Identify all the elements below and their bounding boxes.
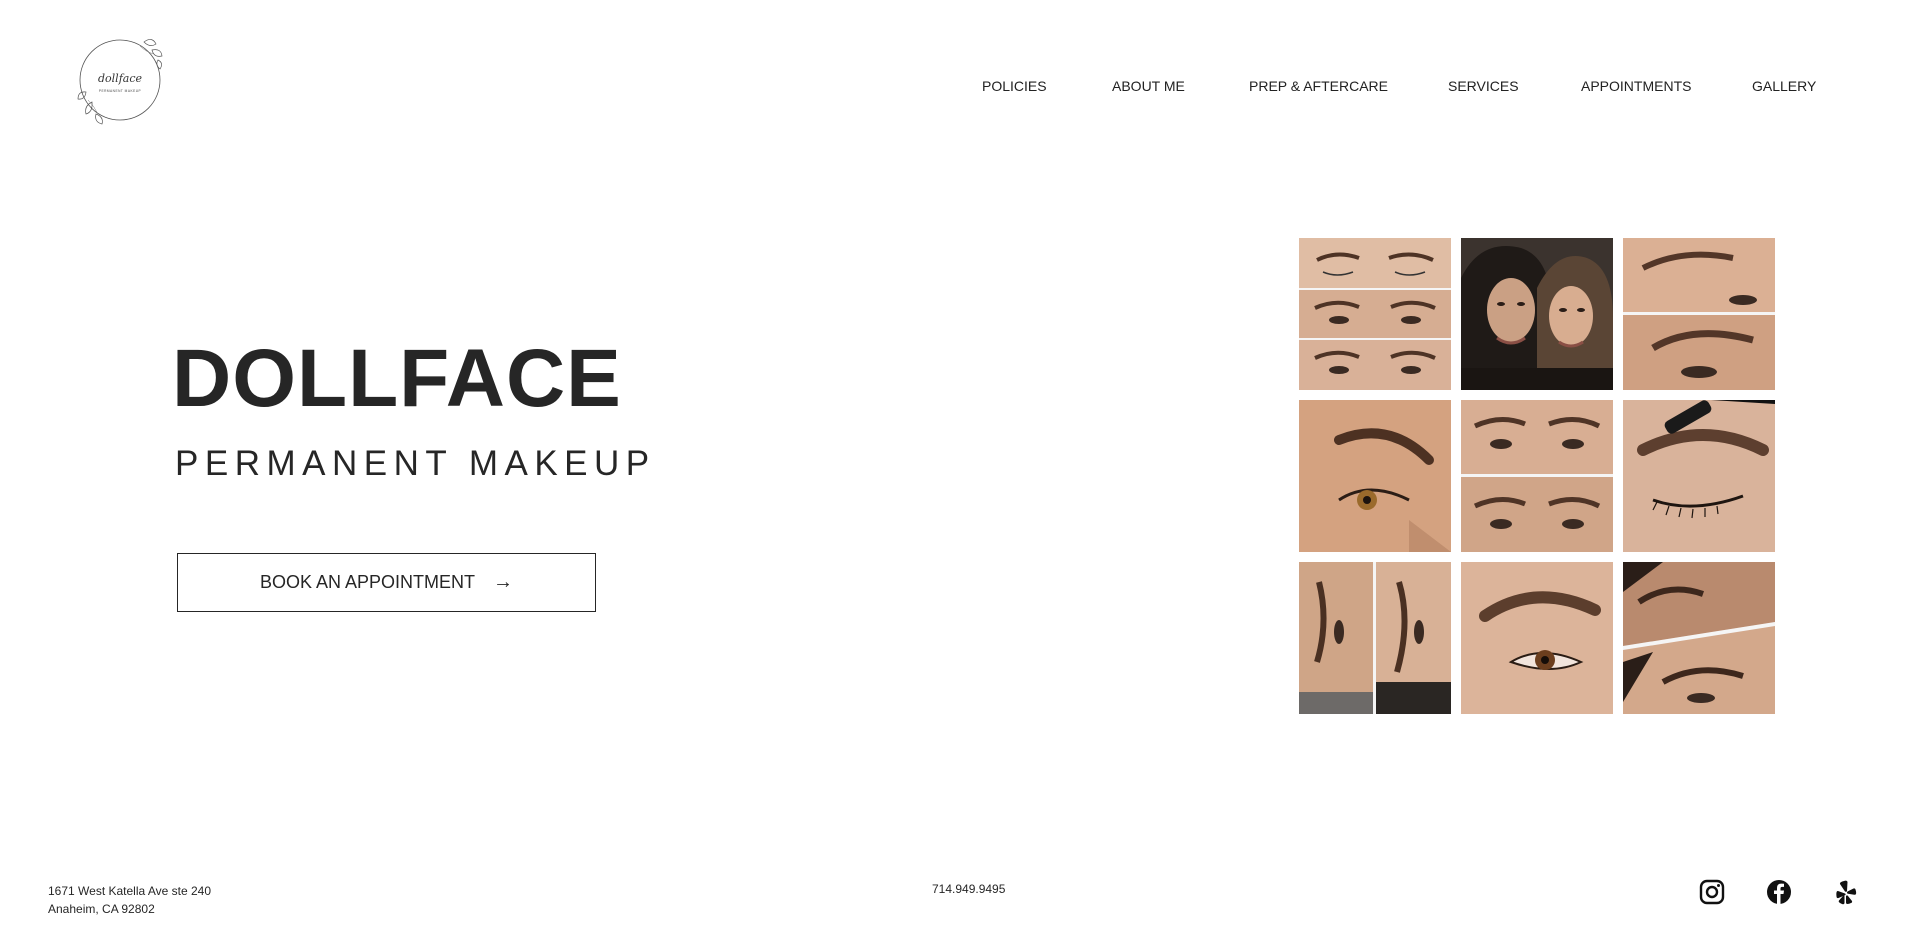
facebook-icon[interactable] — [1765, 878, 1793, 906]
footer-address: 1671 West Katella Ave ste 240 Anaheim, C… — [48, 882, 211, 918]
brow-profile-closeup-image — [1299, 400, 1451, 552]
footer-phone[interactable]: 714.949.9495 — [932, 882, 1005, 896]
nav-item-gallery[interactable]: GALLERY — [1752, 78, 1816, 94]
nav-item-prep-aftercare[interactable]: PREP & AFTERCARE — [1249, 78, 1388, 94]
nav-item-about-me[interactable]: ABOUT ME — [1112, 78, 1185, 94]
gallery-tile[interactable] — [1299, 400, 1451, 552]
book-appointment-button[interactable]: BOOK AN APPOINTMENT → — [177, 553, 596, 612]
gallery-tile[interactable] — [1299, 238, 1451, 390]
nav-item-policies[interactable]: POLICIES — [982, 78, 1047, 94]
hero-title: DOLLFACE — [172, 333, 622, 424]
main-nav: POLICIES ABOUT ME PREP & AFTERCARE SERVI… — [0, 78, 1920, 98]
page: dollface PERMANENT MAKEUP POLICIES ABOUT… — [0, 0, 1920, 932]
nav-item-services[interactable]: SERVICES — [1448, 78, 1519, 94]
address-line-1: 1671 West Katella Ave ste 240 — [48, 884, 212, 898]
brow-front-pair-image — [1461, 400, 1613, 552]
gallery-tile[interactable] — [1461, 400, 1613, 552]
brow-pair-collage-image — [1623, 562, 1775, 714]
gallery-tile[interactable] — [1623, 562, 1775, 714]
brow-spoolie-closeup-image — [1623, 400, 1775, 552]
yelp-icon[interactable] — [1832, 878, 1860, 906]
brow-closeup-pair-image — [1623, 238, 1775, 390]
hero-subtitle: PERMANENT MAKEUP — [175, 444, 656, 483]
arrow-right-icon: → — [493, 571, 514, 593]
brow-split-collage-image — [1299, 562, 1451, 714]
gallery-tile[interactable] — [1461, 562, 1613, 714]
instagram-icon[interactable] — [1698, 878, 1726, 906]
client-selfie-image — [1461, 238, 1613, 390]
address-line-2: Anaheim, CA 92802 — [48, 902, 155, 916]
gallery-tile[interactable] — [1623, 238, 1775, 390]
gallery-tile[interactable] — [1461, 238, 1613, 390]
nav-item-appointments[interactable]: APPOINTMENTS — [1581, 78, 1691, 94]
brow-eye-closeup-image — [1461, 562, 1613, 714]
gallery-tile[interactable] — [1299, 562, 1451, 714]
gallery-tile[interactable] — [1623, 400, 1775, 552]
gallery-grid — [1299, 238, 1775, 714]
book-appointment-label: BOOK AN APPOINTMENT — [259, 572, 476, 592]
brow-before-after-collage-image — [1299, 238, 1451, 390]
